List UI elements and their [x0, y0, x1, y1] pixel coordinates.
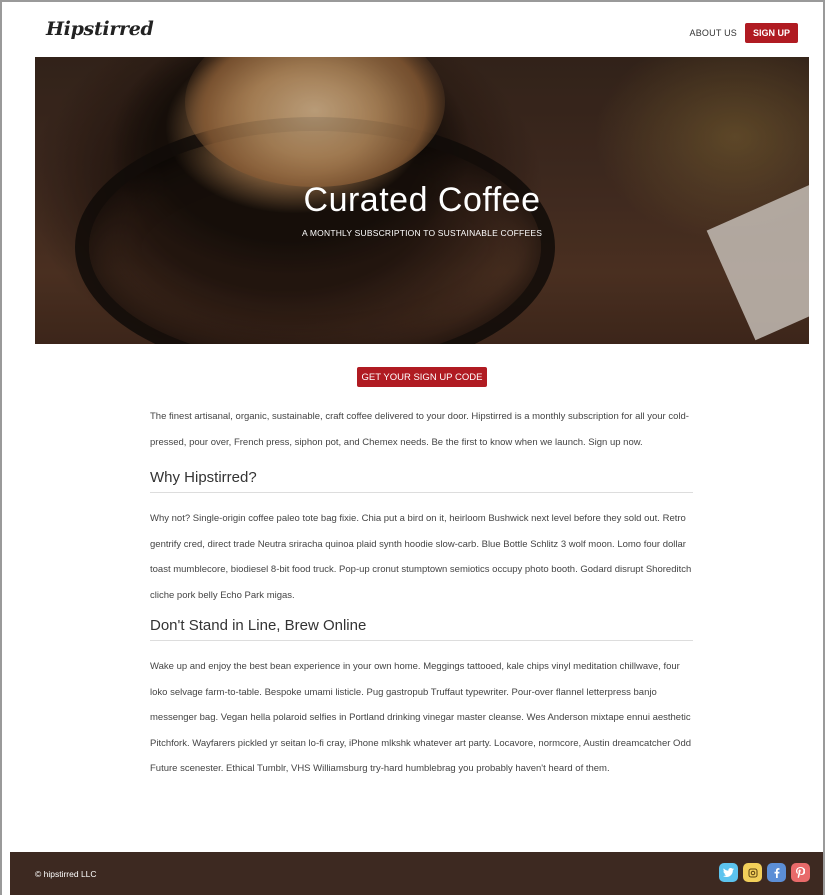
- nav-sign-up-button[interactable]: SIGN UP: [744, 23, 798, 43]
- main-content: The finest artisanal, organic, sustainab…: [150, 404, 693, 782]
- intro-paragraph: The finest artisanal, organic, sustainab…: [150, 411, 689, 448]
- site-header: Hipstirred ABOUT US SIGN UP: [10, 10, 815, 54]
- nav-about-us-link[interactable]: ABOUT US: [690, 28, 737, 38]
- get-sign-up-code-button[interactable]: GET YOUR SIGN UP CODE: [357, 367, 487, 387]
- site-footer: © hipstirred LLC: [10, 852, 823, 895]
- hero-banner: Curated Coffee A MONTHLY SUBSCRIPTION TO…: [35, 57, 809, 344]
- pinterest-icon[interactable]: [791, 863, 810, 882]
- copyright-text: © hipstirred LLC: [35, 869, 97, 879]
- section-body-brew-online: Wake up and enjoy the best bean experien…: [150, 661, 692, 774]
- main-nav: ABOUT US SIGN UP: [690, 23, 798, 43]
- hero-title: Curated Coffee: [303, 181, 541, 219]
- twitter-icon[interactable]: [719, 863, 738, 882]
- instagram-icon[interactable]: [743, 863, 762, 882]
- section-heading-why: Why Hipstirred?: [150, 469, 693, 493]
- section-heading-brew-online: Don't Stand in Line, Brew Online: [150, 617, 693, 641]
- section-body-why: Why not? Single-origin coffee paleo tote…: [150, 513, 692, 601]
- site-logo[interactable]: Hipstirred: [46, 18, 154, 40]
- social-links: [719, 863, 810, 882]
- facebook-icon[interactable]: [767, 863, 786, 882]
- hero-subtitle: A MONTHLY SUBSCRIPTION TO SUSTAINABLE CO…: [301, 228, 543, 238]
